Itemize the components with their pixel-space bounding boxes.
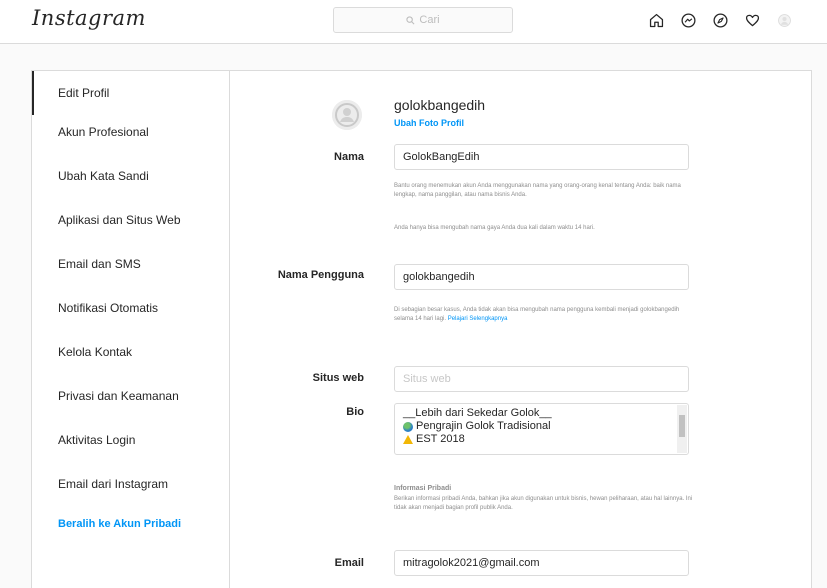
sidebar-item-email-sms[interactable]: Email dan SMS (32, 242, 230, 286)
name-help-text: Bantu orang menemukan akun Anda mengguna… (394, 183, 681, 198)
profile-avatar[interactable] (332, 100, 362, 130)
sidebar-item-manage-contacts[interactable]: Kelola Kontak (32, 330, 230, 374)
sidebar-item-edit-profile[interactable]: Edit Profil (32, 71, 230, 115)
switch-to-personal-account-link[interactable]: Beralih ke Akun Pribadi (32, 502, 230, 546)
bio-line: Pengrajin Golok Tradisional (403, 420, 672, 433)
nav-icons (645, 9, 795, 31)
warning-emoji-icon (403, 435, 413, 444)
sidebar-item-professional-account[interactable]: Akun Profesional (32, 110, 230, 154)
bio-line: EST 2018 (403, 433, 672, 446)
bio-line: __Lebih dari Sekedar Golok__ (403, 407, 552, 419)
bio-scrollbar-thumb[interactable] (679, 415, 685, 437)
email-label: Email (334, 557, 364, 569)
profile-icon[interactable] (773, 9, 795, 31)
sidebar-item-privacy-security[interactable]: Privasi dan Keamanan (32, 374, 230, 418)
username-input[interactable] (394, 264, 689, 290)
sidebar-item-apps-websites[interactable]: Aplikasi dan Situs Web (32, 198, 230, 242)
sidebar-item-push-notifications[interactable]: Notifikasi Otomatis (32, 286, 230, 330)
settings-sidebar: Edit Profil Akun Profesional Ubah Kata S… (32, 71, 230, 588)
search-placeholder: Cari (419, 14, 440, 26)
bio-label: Bio (346, 406, 364, 418)
change-profile-photo-link[interactable]: Ubah Foto Profil (394, 118, 464, 128)
bio-scrollbar[interactable] (677, 405, 687, 453)
name-input[interactable] (394, 144, 689, 170)
personal-info-title: Informasi Pribadi (394, 485, 452, 492)
messenger-icon[interactable] (677, 9, 699, 31)
username-label: Nama Pengguna (277, 269, 364, 281)
sidebar-item-change-password[interactable]: Ubah Kata Sandi (32, 154, 230, 198)
instagram-logo[interactable]: Instagram (32, 6, 146, 30)
learn-more-link[interactable]: Pelajari Selengkapnya (448, 316, 508, 322)
edit-profile-form: golokbangedih Ubah Foto Profil Nama Bant… (231, 71, 811, 588)
sidebar-item-emails-from-instagram[interactable]: Email dari Instagram (32, 462, 230, 506)
profile-username: golokbangedih (394, 97, 486, 113)
personal-info-help-text: Berikan informasi pribadi Anda, bahkan j… (394, 496, 693, 511)
heart-icon[interactable] (741, 9, 763, 31)
home-icon[interactable] (645, 9, 667, 31)
settings-card: Edit Profil Akun Profesional Ubah Kata S… (31, 70, 812, 588)
website-input[interactable] (394, 366, 689, 392)
explore-icon[interactable] (709, 9, 731, 31)
bio-textarea[interactable]: __Lebih dari Sekedar Golok__ Pengrajin G… (394, 403, 689, 455)
globe-emoji-icon (403, 421, 413, 432)
website-label: Situs web (312, 372, 364, 384)
top-navigation-bar: Instagram Cari (0, 0, 827, 44)
email-input[interactable] (394, 550, 689, 576)
sidebar-item-login-activity[interactable]: Aktivitas Login (32, 418, 230, 462)
name-label: Nama (334, 151, 364, 163)
search-icon (406, 15, 415, 24)
username-help-text: Di sebagian besar kasus, Anda tidak akan… (394, 306, 694, 324)
search-box[interactable]: Cari (333, 7, 513, 33)
name-change-limit-text: Anda hanya bisa mengubah nama gaya Anda … (394, 225, 595, 231)
username-help-body: Di sebagian besar kasus, Anda tidak akan… (394, 307, 680, 322)
